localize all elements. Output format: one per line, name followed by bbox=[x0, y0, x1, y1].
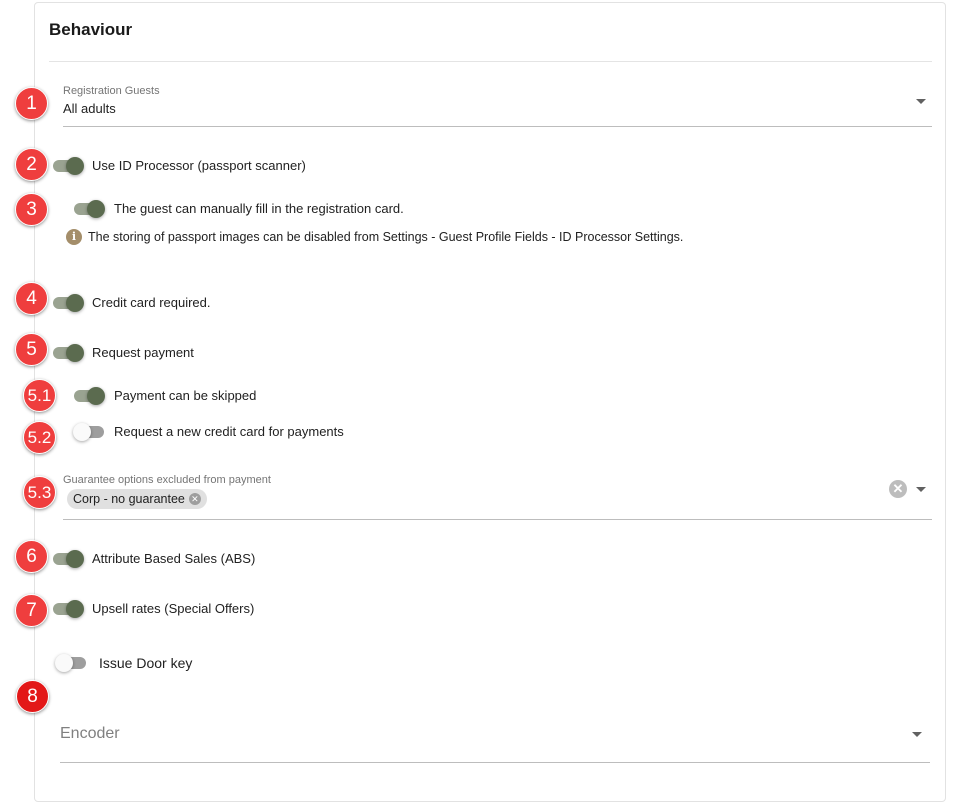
annotation-badge-8: 8 bbox=[16, 680, 49, 713]
credit-card-required-label: Credit card required. bbox=[92, 295, 211, 310]
annotation-badge-4: 4 bbox=[15, 282, 48, 315]
guarantee-chip[interactable]: Corp - no guarantee ✕ bbox=[67, 489, 207, 509]
request-payment-label: Request payment bbox=[92, 345, 194, 360]
section-title: Behaviour bbox=[49, 20, 133, 39]
abs-label: Attribute Based Sales (ABS) bbox=[92, 551, 256, 566]
annotation-badge-5-3: 5.3 bbox=[23, 476, 56, 509]
guarantee-excluded-label: Guarantee options excluded from payment bbox=[63, 474, 271, 486]
payment-skipped-toggle[interactable] bbox=[74, 386, 105, 406]
annotation-badge-1: 1 bbox=[15, 87, 48, 120]
annotation-badge-5: 5 bbox=[15, 333, 48, 366]
info-icon: i bbox=[66, 229, 82, 245]
clear-icon[interactable]: ✕ bbox=[889, 480, 907, 498]
id-processor-label: Use ID Processor (passport scanner) bbox=[92, 158, 306, 173]
chevron-down-icon[interactable] bbox=[912, 732, 922, 737]
upsell-label: Upsell rates (Special Offers) bbox=[92, 601, 255, 616]
new-credit-card-toggle[interactable] bbox=[73, 422, 104, 442]
new-credit-card-label: Request a new credit card for payments bbox=[114, 424, 344, 439]
manual-fill-toggle[interactable] bbox=[74, 199, 105, 219]
chevron-down-icon[interactable] bbox=[916, 487, 926, 492]
chip-label: Corp - no guarantee bbox=[73, 492, 185, 506]
chevron-down-icon[interactable] bbox=[916, 99, 926, 104]
id-processor-toggle[interactable] bbox=[53, 156, 84, 176]
annotation-badge-3: 3 bbox=[15, 193, 48, 226]
payment-skipped-label: Payment can be skipped bbox=[114, 388, 257, 403]
registration-guests-underline bbox=[63, 126, 932, 127]
manual-fill-label: The guest can manually fill in the regis… bbox=[114, 201, 404, 216]
chip-remove-icon[interactable]: ✕ bbox=[188, 493, 201, 505]
request-payment-toggle[interactable] bbox=[53, 343, 84, 363]
annotation-badge-2: 2 bbox=[15, 148, 48, 181]
encoder-select[interactable]: Encoder bbox=[60, 725, 120, 743]
annotation-badge-7: 7 bbox=[15, 594, 48, 627]
door-key-toggle[interactable] bbox=[55, 653, 86, 673]
guarantee-excluded-underline bbox=[63, 519, 932, 520]
info-note: The storing of passport images can be di… bbox=[88, 230, 684, 244]
door-key-label: Issue Door key bbox=[99, 655, 193, 671]
upsell-toggle[interactable] bbox=[53, 599, 84, 619]
registration-guests-label: Registration Guests bbox=[63, 85, 160, 97]
credit-card-required-toggle[interactable] bbox=[53, 293, 84, 313]
abs-toggle[interactable] bbox=[53, 549, 84, 569]
annotation-badge-5-2: 5.2 bbox=[23, 421, 56, 454]
annotation-badge-6: 6 bbox=[15, 540, 48, 573]
registration-guests-value[interactable]: All adults bbox=[63, 101, 116, 116]
title-divider bbox=[49, 61, 932, 62]
encoder-underline bbox=[60, 762, 930, 763]
annotation-badge-5-1: 5.1 bbox=[23, 379, 56, 412]
